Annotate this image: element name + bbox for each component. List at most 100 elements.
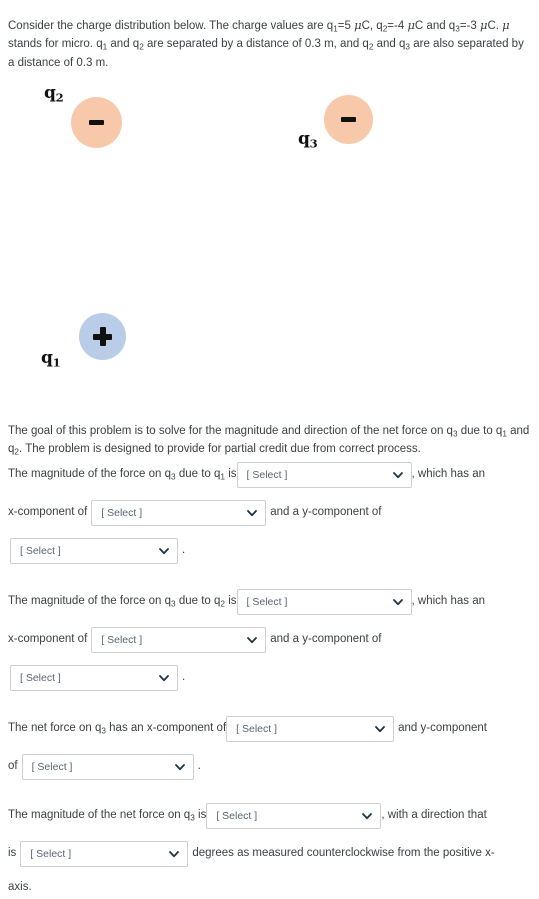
chevron-down-icon	[375, 724, 386, 734]
minus-sign-icon	[341, 117, 356, 122]
select-value: [ Select ]	[31, 760, 73, 773]
mu-symbol-2: μ	[407, 17, 415, 32]
net-magnitude-line-1: The magnitude of the net force on q3 is …	[8, 803, 536, 829]
select-force-q1-y-component[interactable]: [ Select ]	[10, 538, 178, 564]
select-value: [ Select ]	[30, 847, 72, 860]
select-value: [ Select ]	[236, 722, 277, 735]
intro-text-2: =5	[337, 19, 355, 32]
charge-label-q3: q3	[298, 129, 318, 151]
select-net-force-x-component[interactable]: [ Select ]	[226, 716, 395, 742]
force-q2-ycomponent-label: and a y-component of	[270, 633, 382, 646]
charge-q2	[71, 97, 122, 148]
mu-symbol-1: μ	[354, 17, 362, 32]
force-q1-line-2: x-component of [ Select ] and a y-compon…	[8, 500, 536, 526]
chevron-down-icon	[174, 762, 185, 772]
question-force-due-to-q1: The magnitude of the force on q3 due to …	[8, 462, 536, 564]
plus-sign-icon	[93, 327, 112, 346]
force-q2-xcomponent-label: x-component of	[8, 633, 88, 646]
net-magnitude-line-2: is [ Select ] degrees as measured counte…	[8, 841, 536, 867]
intro-text-8: stands for micro. q	[8, 38, 103, 51]
mu-symbol-4: μ	[502, 17, 510, 32]
chevron-down-icon	[362, 811, 373, 821]
intro-text-3: C, q	[361, 19, 383, 32]
chevron-down-icon	[159, 673, 169, 683]
select-value: [ Select ]	[20, 671, 61, 684]
goal-text-4: . The problem is designed to provide for…	[19, 443, 421, 456]
goal-paragraph: The goal of this problem is to solve for…	[8, 422, 532, 459]
chevron-down-icon	[247, 635, 258, 645]
force-q1-after-select-text: , which has an	[411, 468, 486, 481]
chevron-down-icon	[392, 597, 403, 607]
net-force-line-2: of [ Select ] .	[8, 754, 536, 780]
select-value: [ Select ]	[101, 506, 143, 519]
charge-label-q1-subscript: 1	[52, 355, 61, 370]
force-q1-xcomponent-label: x-component of	[8, 506, 88, 519]
charge-distribution-diagram: q2 q3 q1	[0, 68, 539, 388]
select-force-q1-x-component[interactable]: [ Select ]	[91, 500, 267, 526]
charge-label-q2-subscript: 2	[55, 90, 64, 105]
force-q1-line-1: The magnitude of the force on q3 due to …	[8, 462, 536, 488]
net-force-after-select-text: and y-component	[398, 722, 488, 735]
problem-page: Consider the charge distribution below. …	[0, 0, 539, 899]
chevron-down-icon	[169, 849, 180, 859]
force-q1-lead-text: The magnitude of the force on q3 due to …	[8, 467, 237, 482]
select-force-q2-x-component[interactable]: [ Select ]	[91, 627, 267, 653]
net-magnitude-line-3: axis.	[8, 879, 536, 897]
force-q1-period: .	[182, 544, 186, 557]
chevron-down-icon	[247, 508, 258, 518]
net-direction-axis-text: axis.	[8, 881, 32, 893]
chevron-down-icon	[159, 546, 169, 556]
question-force-due-to-q2: The magnitude of the force on q3 due to …	[8, 589, 536, 691]
charge-label-q2: q2	[44, 83, 64, 105]
select-value: [ Select ]	[101, 633, 143, 646]
intro-text-5: C and q	[414, 19, 456, 32]
select-net-force-y-component[interactable]: [ Select ]	[21, 754, 194, 780]
intro-paragraph: Consider the charge distribution below. …	[8, 16, 532, 73]
force-q2-lead-text: The magnitude of the force on q3 due to …	[8, 594, 237, 609]
net-magnitude-lead-text: The magnitude of the net force on q3 is	[8, 808, 207, 823]
net-direction-description: degrees as measured counterclockwise fro…	[192, 847, 495, 860]
goal-text-1: The goal of this problem is to solve for…	[8, 424, 453, 437]
select-force-q2-y-component[interactable]: [ Select ]	[10, 665, 178, 691]
force-q2-period: .	[182, 671, 186, 684]
intro-text-10: are separated by a distance of 0.3 m, an…	[143, 38, 369, 51]
select-value: [ Select ]	[246, 468, 288, 481]
net-force-line-1: The net force on q3 has an x-component o…	[8, 716, 536, 742]
intro-text-11: and q	[373, 38, 406, 51]
net-force-lead-text: The net force on q3 has an x-component o…	[8, 721, 227, 736]
question-net-force-magnitude-direction: The magnitude of the net force on q3 is …	[8, 803, 536, 897]
chevron-down-icon	[392, 470, 403, 480]
intro-text-9: and q	[107, 38, 140, 51]
force-q1-ycomponent-label: and a y-component of	[270, 506, 382, 519]
force-q1-line-3: [ Select ] .	[10, 538, 536, 564]
charge-label-q3-subscript: 3	[309, 136, 318, 151]
minus-sign-icon	[89, 120, 104, 125]
select-net-force-direction[interactable]: [ Select ]	[20, 841, 189, 867]
force-q2-line-2: x-component of [ Select ] and a y-compon…	[8, 627, 536, 653]
net-force-period: .	[197, 760, 201, 773]
force-q2-after-select-text: , which has an	[411, 595, 486, 608]
intro-text-6: =-3	[459, 19, 480, 32]
charge-label-q2-letter: q	[44, 83, 56, 103]
goal-text-2: due to q	[457, 424, 503, 437]
intro-text-4: =-4	[387, 19, 408, 32]
select-force-q1-magnitude[interactable]: [ Select ]	[236, 462, 412, 488]
select-value: [ Select ]	[246, 595, 288, 608]
charge-label-q1: q1	[41, 348, 61, 370]
select-value: [ Select ]	[216, 809, 258, 822]
net-force-ycomponent-label: of	[8, 760, 18, 773]
select-force-q2-magnitude[interactable]: [ Select ]	[236, 589, 412, 615]
charge-q3	[324, 95, 373, 144]
force-q2-line-3: [ Select ] .	[10, 665, 536, 691]
charge-q1	[79, 313, 126, 360]
intro-text-1: Consider the charge distribution below. …	[8, 19, 334, 32]
intro-text-7: C.	[487, 19, 503, 32]
select-value: [ Select ]	[20, 544, 61, 557]
force-q2-line-1: The magnitude of the force on q3 due to …	[8, 589, 536, 615]
net-magnitude-after-select-text: , with a direction that	[381, 809, 487, 822]
question-net-force-components: The net force on q3 has an x-component o…	[8, 716, 536, 780]
charge-label-q3-letter: q	[298, 129, 310, 149]
select-net-force-magnitude[interactable]: [ Select ]	[206, 803, 382, 829]
charge-label-q1-letter: q	[41, 348, 53, 368]
net-direction-label: is	[8, 847, 17, 860]
